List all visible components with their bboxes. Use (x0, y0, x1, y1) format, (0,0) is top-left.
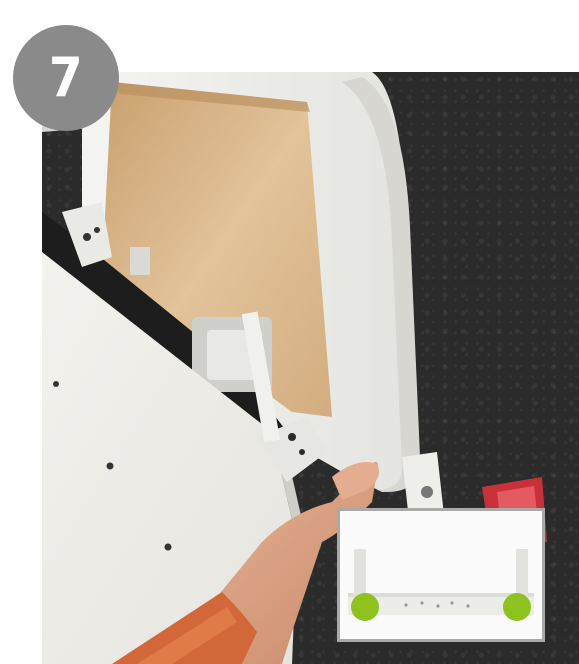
marker-right-dot (503, 593, 531, 621)
step-number-badge: 7 (13, 25, 119, 131)
inset-illustration (348, 549, 534, 621)
step-number: 7 (49, 46, 83, 109)
detail-inset (337, 508, 545, 642)
marker-left-dot (351, 593, 379, 621)
